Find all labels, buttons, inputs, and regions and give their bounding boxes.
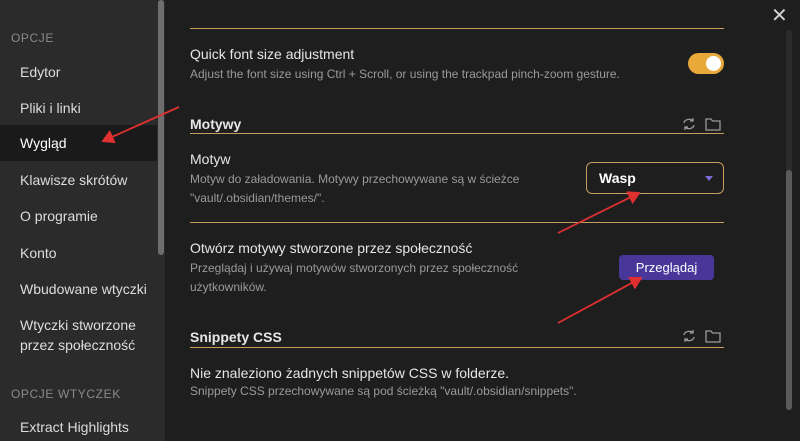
content-scrollbar[interactable] xyxy=(786,30,792,410)
sidebar-item-appearance[interactable]: Wygląd xyxy=(0,125,157,161)
chevron-down-icon xyxy=(705,176,713,181)
sidebar-item-hotkeys[interactable]: Klawisze skrótów xyxy=(0,170,157,190)
community-themes-description: Przeglądaj i używaj motywów stworzonych … xyxy=(190,261,519,294)
divider-theme-row xyxy=(190,222,724,223)
theme-select-value: Wasp xyxy=(599,170,636,186)
divider-themes xyxy=(190,133,724,134)
divider-top xyxy=(190,28,724,29)
sidebar-scrollbar-thumb[interactable] xyxy=(158,0,164,255)
reload-snippets-icon[interactable] xyxy=(681,329,697,343)
sidebar-item-files-links[interactable]: Pliki i linki xyxy=(0,98,157,118)
toggle-knob xyxy=(706,56,721,71)
snippets-folder-icon[interactable] xyxy=(705,329,721,343)
sidebar-item-editor[interactable]: Edytor xyxy=(0,62,157,82)
themes-heading: Motywy xyxy=(190,116,242,132)
sidebar-item-community-plugins[interactable]: Wtyczki stworzone przez społeczność xyxy=(0,315,150,355)
font-size-setting-title: Quick font size adjustment xyxy=(190,46,355,62)
font-size-toggle[interactable] xyxy=(688,53,724,74)
theme-setting-description: Motyw do załadowania. Motywy przechowywa… xyxy=(190,172,520,205)
browse-themes-button[interactable]: Przeglądaj xyxy=(619,255,714,280)
reload-icon[interactable] xyxy=(681,117,697,131)
content-scrollbar-thumb[interactable] xyxy=(786,170,792,410)
community-themes-title: Otwórz motywy stworzone przez społecznoś… xyxy=(190,240,473,256)
divider-snippets xyxy=(190,347,724,348)
sidebar-item-core-plugins[interactable]: Wbudowane wtyczki xyxy=(0,279,157,299)
sidebar-scrollbar[interactable] xyxy=(157,0,165,441)
settings-sidebar: OPCJE Edytor Pliki i linki Wygląd Klawis… xyxy=(0,0,157,441)
sidebar-item-account[interactable]: Konto xyxy=(0,243,157,263)
theme-setting-title: Motyw xyxy=(190,151,231,167)
theme-select[interactable]: Wasp xyxy=(586,162,724,194)
sidebar-section-plugin-options: OPCJE WTYCZEK xyxy=(11,387,121,401)
sidebar-item-extract-highlights[interactable]: Extract Highlights xyxy=(0,417,157,437)
snippets-heading: Snippety CSS xyxy=(190,329,282,345)
font-size-setting-description: Adjust the font size using Ctrl + Scroll… xyxy=(190,67,620,81)
settings-window: OPCJE Edytor Pliki i linki Wygląd Klawis… xyxy=(0,0,800,441)
close-icon[interactable]: ✕ xyxy=(771,6,788,26)
folder-icon[interactable] xyxy=(705,117,721,131)
snippets-empty-title: Nie znaleziono żadnych snippetów CSS w f… xyxy=(190,365,510,381)
sidebar-section-options: OPCJE xyxy=(11,31,55,45)
sidebar-item-about[interactable]: O programie xyxy=(0,206,157,226)
snippets-empty-description: Snippety CSS przechowywane są pod ścieżk… xyxy=(190,384,577,398)
